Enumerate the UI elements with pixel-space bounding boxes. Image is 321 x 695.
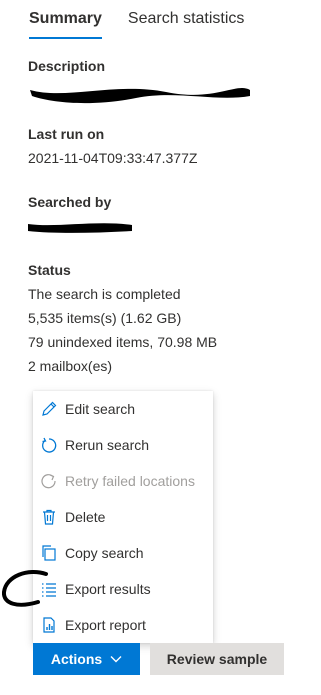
actions-menu: Edit search Rerun search Retry failed lo… [33,391,213,643]
search-detail-panel: Summary Search statistics Description La… [0,0,321,695]
actions-button[interactable]: Actions [33,643,140,675]
menu-item-export-report[interactable]: Export report [33,607,213,643]
actions-button-label: Actions [50,651,103,667]
tab-bar: Summary Search statistics [29,8,244,39]
menu-item-label: Export report [65,617,146,633]
menu-item-retry-failed-locations: Retry failed locations [33,463,213,499]
menu-item-label: Copy search [65,545,144,561]
tab-search-statistics[interactable]: Search statistics [128,8,244,39]
refresh-icon [40,436,58,454]
retry-icon [40,472,58,490]
chevron-down-icon [110,656,122,663]
menu-item-copy-search[interactable]: Copy search [33,535,213,571]
status-line: 5,535 items(s) (1.62 GB) [28,310,182,326]
status-line: 79 unindexed items, 70.98 MB [28,334,218,350]
pencil-icon [40,400,58,418]
menu-item-label: Export results [65,581,151,597]
searched-by-label: Searched by [28,194,112,210]
annotation-scribble [2,570,48,607]
status-label: Status [28,262,71,278]
copy-icon [40,544,58,562]
menu-item-label: Retry failed locations [65,473,195,489]
menu-item-label: Rerun search [65,437,150,453]
report-icon [40,616,58,634]
menu-item-label: Delete [65,509,106,525]
redaction-mark [30,88,250,104]
menu-item-delete[interactable]: Delete [33,499,213,535]
menu-item-export-results[interactable]: Export results [33,571,213,607]
status-line: 2 mailbox(es) [28,358,113,374]
description-label: Description [28,58,106,74]
review-sample-button[interactable]: Review sample [150,643,284,675]
tab-summary[interactable]: Summary [29,8,102,39]
menu-item-edit-search[interactable]: Edit search [33,391,213,427]
menu-item-rerun-search[interactable]: Rerun search [33,427,213,463]
trash-icon [40,508,58,526]
last-run-label: Last run on [28,126,105,142]
status-line: The search is completed [28,286,181,302]
redaction-mark [28,223,132,233]
menu-item-label: Edit search [65,401,136,417]
last-run-value: 2021-11-04T09:33:47.377Z [28,150,198,166]
